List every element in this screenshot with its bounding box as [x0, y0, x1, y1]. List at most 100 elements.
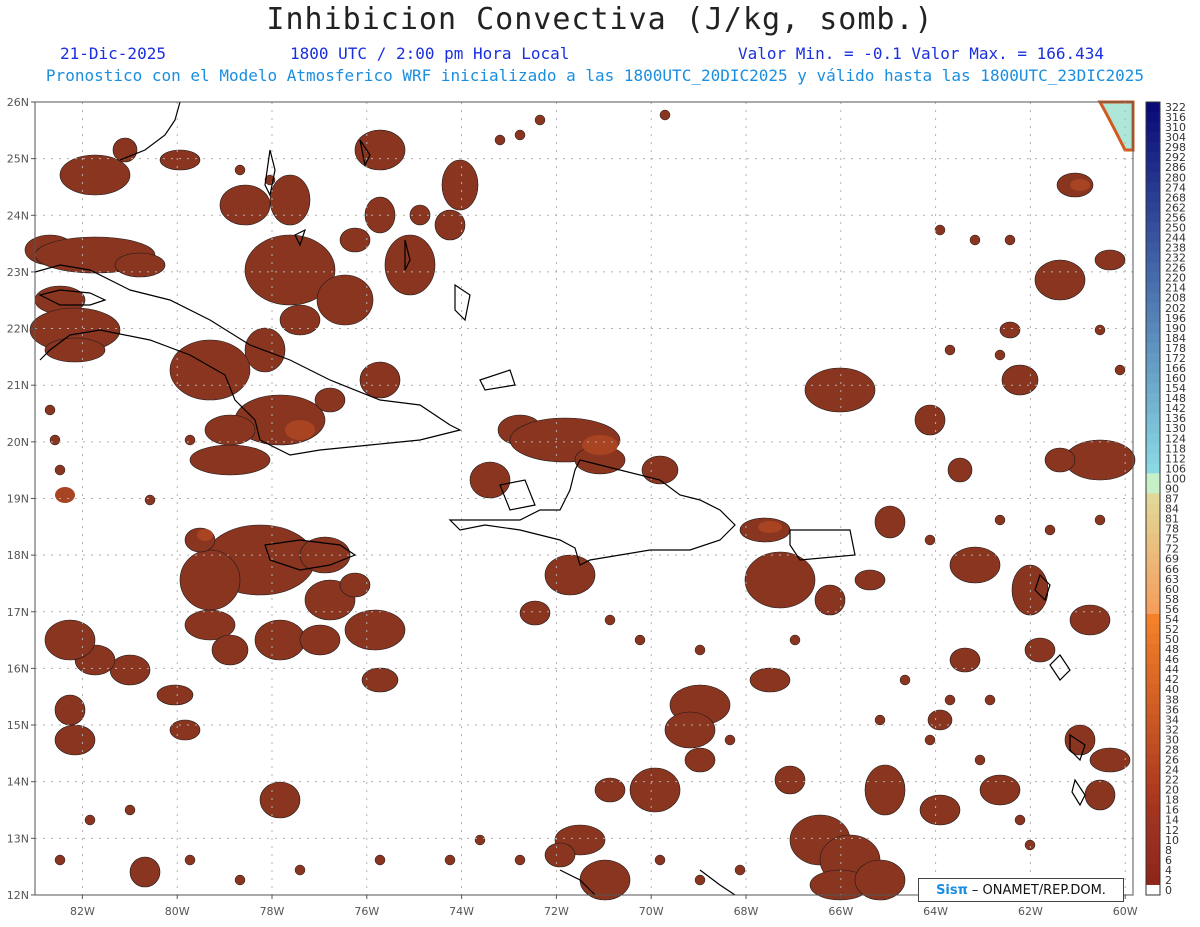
colorbar-swatch [1146, 112, 1160, 123]
lat-label: 26N [7, 96, 29, 109]
lat-label: 21N [7, 379, 29, 392]
cin-area [189, 444, 271, 476]
cin-spot [874, 714, 886, 726]
colorbar-swatch [1146, 262, 1160, 274]
cin-spot [969, 234, 981, 246]
colorbar-swatch [1146, 332, 1160, 344]
cin-area [339, 227, 371, 253]
cin-spot [1094, 514, 1106, 526]
cin-area [919, 794, 961, 826]
high-cin-area [1097, 100, 1135, 152]
cin-spot [374, 854, 386, 866]
cin-spot [49, 434, 61, 446]
cin-area [999, 321, 1021, 339]
cin-spot [659, 109, 671, 121]
gridlines-layer [31, 101, 1133, 899]
colorbar-swatch [1146, 543, 1160, 555]
cin-area [684, 747, 716, 773]
cin-area [914, 404, 946, 436]
cin-spot [534, 114, 546, 126]
coastline [479, 369, 516, 391]
colorbar-swatch [1146, 373, 1160, 384]
colorbar-swatch [1146, 503, 1160, 515]
colorbar: 3223163103042982922862802742682622562502… [1145, 101, 1186, 897]
colorbar-swatch [1146, 654, 1160, 665]
colorbar-swatch [1146, 212, 1160, 223]
coastline [454, 283, 471, 322]
colorbar-swatch [1146, 232, 1160, 244]
cin-spot [184, 434, 196, 446]
cin-spot [474, 834, 486, 846]
lon-label: 78W [260, 905, 285, 918]
lon-label: 68W [734, 905, 759, 918]
lon-label: 66W [828, 905, 853, 918]
coastline [499, 479, 536, 511]
colorbar-label: 0 [1165, 884, 1172, 897]
lon-label: 64W [923, 905, 948, 918]
cin-area [339, 572, 371, 598]
colorbar-swatch [1146, 142, 1160, 153]
cin-spot [1014, 814, 1026, 826]
cin-area [774, 765, 806, 795]
colorbar-swatch [1146, 623, 1160, 635]
cin-area [927, 709, 953, 731]
lat-label: 14N [7, 776, 29, 789]
cin-spot [514, 854, 526, 866]
cin-area [744, 551, 816, 609]
cin-area [219, 184, 271, 226]
cin-area-core [582, 435, 618, 455]
colorbar-swatch [1146, 242, 1160, 254]
cin-area [361, 667, 399, 693]
colorbar-swatch [1146, 352, 1160, 364]
lon-label: 80W [165, 905, 190, 918]
colorbar-swatch [1146, 533, 1160, 545]
colorbar-swatch [1146, 724, 1160, 735]
cin-area [1069, 604, 1111, 636]
lat-label: 23N [7, 266, 29, 279]
colorbar-swatch [1146, 573, 1160, 585]
credit-box: Sisπ – ONAMET/REP.DOM. [918, 878, 1124, 902]
lat-label: 25N [7, 153, 29, 166]
lon-label: 76W [354, 905, 379, 918]
cin-area [211, 634, 249, 666]
cin-spot [444, 854, 456, 866]
colorbar-swatch [1146, 844, 1160, 856]
cin-spot [994, 514, 1006, 526]
cin-spot [654, 854, 666, 866]
cin-spot [1094, 324, 1106, 336]
lat-label: 18N [7, 549, 29, 562]
cin-area [1024, 637, 1056, 663]
cin-area [979, 774, 1021, 806]
cin-area-core [758, 521, 782, 533]
cin-spot [694, 644, 706, 656]
colorbar-swatch [1146, 513, 1160, 525]
cin-area-core [197, 529, 213, 541]
map-frame [34, 101, 1134, 896]
cin-spot [994, 349, 1006, 361]
coastline [789, 529, 856, 561]
colorbar-swatch [1146, 854, 1160, 866]
cin-area [299, 624, 341, 656]
lat-label: 16N [7, 662, 29, 675]
lon-label: 82W [70, 905, 95, 918]
cin-spot [944, 344, 956, 356]
cin-area [854, 859, 906, 901]
cin-area [156, 684, 194, 706]
colorbar-swatch [1146, 383, 1160, 394]
colorbar-swatch [1146, 403, 1160, 414]
cin-spot [984, 694, 996, 706]
sispi-logo: Sisπ [936, 882, 968, 898]
cin-area-core [55, 487, 75, 503]
cin-area [1094, 249, 1126, 271]
colorbar-swatch [1146, 282, 1160, 294]
cin-area [159, 149, 201, 171]
colorbar-swatch [1146, 172, 1160, 183]
cin-area [54, 694, 86, 726]
cin-area [854, 569, 886, 591]
colorbar-swatch [1146, 362, 1160, 374]
colorbar-swatch [1146, 754, 1160, 766]
cin-area [169, 339, 251, 401]
cin-area [109, 654, 151, 686]
cin-spot [634, 634, 646, 646]
cin-area [1034, 259, 1086, 301]
